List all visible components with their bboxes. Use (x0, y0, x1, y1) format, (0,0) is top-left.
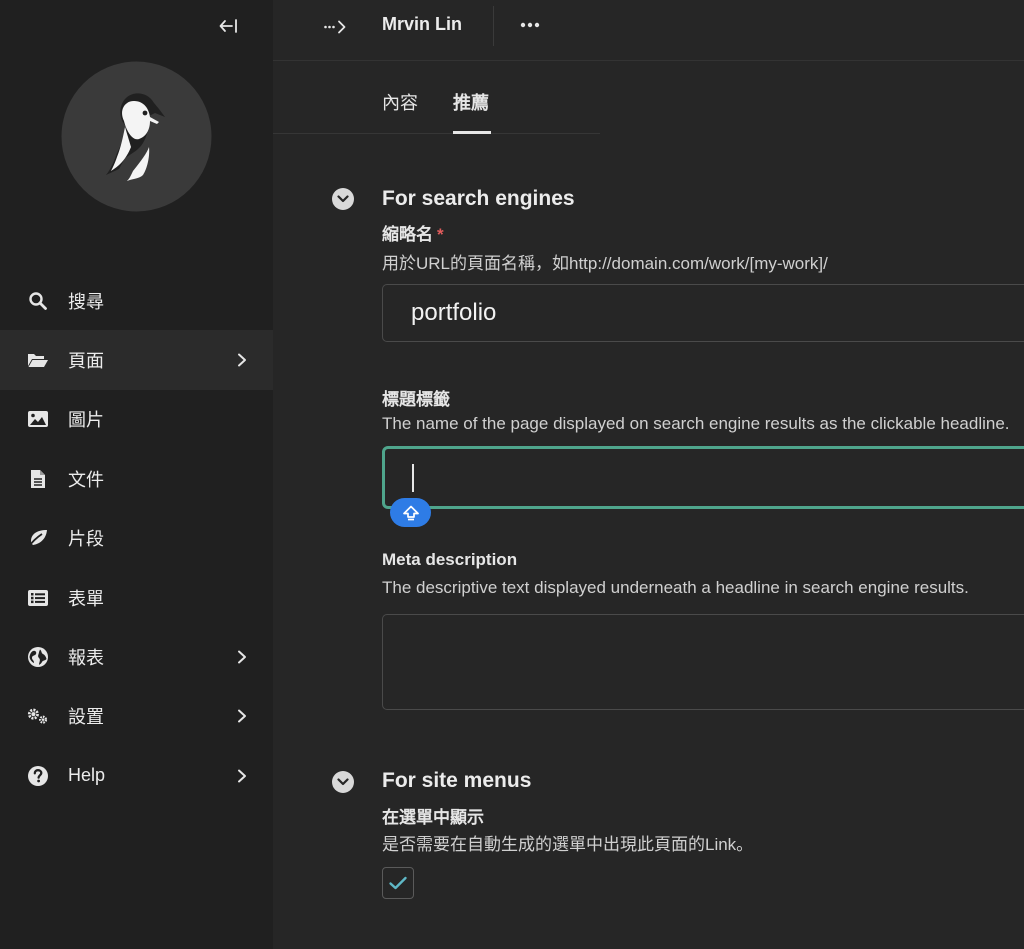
collapse-sidebar-button[interactable] (215, 14, 243, 38)
page-title: Mrvin Lin (382, 14, 462, 34)
chevron-right-icon (235, 709, 249, 723)
slug-input[interactable]: portfolio (382, 284, 1024, 342)
sidebar-item-settings[interactable]: 設置 (0, 687, 273, 746)
sidebar-item-documents[interactable]: 文件 (0, 449, 273, 508)
active-tab-indicator (453, 131, 491, 134)
chevron-right-icon (235, 650, 249, 664)
chevron-down-icon (337, 778, 349, 786)
chevron-down-icon (337, 195, 349, 203)
list-icon (27, 587, 49, 609)
sidebar-item-label: 報表 (68, 648, 104, 669)
sidebar-item-search[interactable]: 搜尋 (0, 271, 273, 330)
sidebar-item-snippets[interactable]: 片段 (0, 509, 273, 568)
required-mark: * (437, 225, 444, 244)
breadcrumb-toggle-button[interactable] (321, 16, 351, 38)
sidebar-item-label: Help (68, 765, 106, 786)
sidebar-item-images[interactable]: 圖片 (0, 390, 273, 449)
slug-label: 縮略名 * (382, 220, 444, 245)
sidebar: 搜尋 頁面 圖片 文件 片段 表單 報表 設置 Help (0, 0, 273, 949)
more-horizontal-icon (520, 22, 540, 28)
seo-title-help: The name of the page displayed on search… (382, 414, 1010, 433)
slug-input-value: portfolio (411, 299, 497, 326)
meta-description-help: The descriptive text displayed underneat… (382, 578, 969, 597)
image-icon (27, 408, 49, 430)
document-icon (27, 468, 49, 490)
sidebar-item-label: 表單 (68, 588, 104, 609)
sidebar-item-help[interactable]: Help (0, 746, 273, 805)
show-in-menus-checkbox[interactable] (382, 867, 414, 899)
show-in-menus-label: 在選單中顯示 (382, 808, 484, 827)
sidebar-item-label: 搜尋 (68, 291, 104, 312)
checkmark-icon (389, 876, 407, 890)
page-header: Mrvin Lin (273, 0, 1024, 61)
cogs-icon (27, 705, 49, 727)
section-title-menus: For site menus (382, 769, 532, 792)
search-icon (27, 290, 49, 312)
section-toggle-search[interactable] (332, 188, 354, 210)
caps-lock-indicator (390, 498, 431, 527)
seo-title-label: 標題標籤 (382, 390, 450, 409)
seo-title-input[interactable] (382, 446, 1024, 509)
sidebar-item-label: 設置 (68, 707, 104, 728)
folder-open-icon (27, 349, 49, 371)
show-in-menus-help: 是否需要在自動生成的選單中出現此頁面的Link。 (382, 835, 754, 854)
header-divider (493, 6, 494, 46)
slug-help: 用於URL的頁面名稱，如http://domain.com/work/[my-w… (382, 254, 828, 273)
section-title-search: For search engines (382, 187, 575, 210)
leaf-icon (27, 527, 49, 549)
sidebar-item-label: 圖片 (68, 410, 104, 431)
breadcrumb-expand-icon (324, 20, 346, 34)
help-icon (27, 765, 49, 787)
meta-description-textarea[interactable] (382, 614, 1024, 710)
editor-tabs: 內容 推薦 (273, 62, 600, 134)
collapse-left-icon (219, 19, 237, 33)
tab-content[interactable]: 內容 (382, 89, 418, 115)
more-actions-button[interactable] (517, 14, 543, 36)
sidebar-item-reports[interactable]: 報表 (0, 627, 273, 686)
chevron-right-icon (235, 353, 249, 367)
caps-lock-icon (402, 505, 419, 520)
sidebar-item-label: 頁面 (68, 351, 104, 372)
meta-description-label: Meta description (382, 550, 518, 569)
sidebar-item-forms[interactable]: 表單 (0, 568, 273, 627)
sidebar-item-label: 片段 (68, 529, 104, 550)
globe-icon (27, 646, 49, 668)
chevron-right-icon (235, 769, 249, 783)
section-toggle-menus[interactable] (332, 771, 354, 793)
main-menu: 搜尋 頁面 圖片 文件 片段 表單 報表 設置 Help (0, 271, 273, 806)
wagtail-logo[interactable] (61, 61, 212, 212)
sidebar-item-pages[interactable]: 頁面 (0, 330, 273, 390)
slug-label-text: 縮略名 (382, 225, 433, 244)
tab-promote[interactable]: 推薦 (453, 89, 489, 115)
text-caret (412, 464, 414, 492)
sidebar-item-label: 文件 (68, 469, 104, 490)
